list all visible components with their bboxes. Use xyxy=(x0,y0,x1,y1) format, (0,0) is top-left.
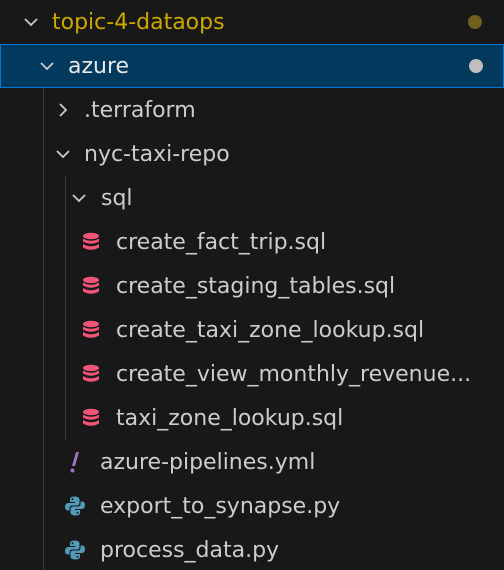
chevron-down-icon[interactable] xyxy=(52,143,74,165)
tree-item-file[interactable]: taxi_zone_lookup.sql xyxy=(0,396,504,440)
tree-item-file[interactable]: create_staging_tables.sql xyxy=(0,264,504,308)
chevron-right-icon[interactable] xyxy=(52,99,74,121)
file-explorer: topic-4-dataops azure .terraform nyc-tax… xyxy=(0,0,504,570)
chevron-down-icon[interactable] xyxy=(36,55,58,77)
folder-label: nyc-taxi-repo xyxy=(84,141,230,167)
tree-item-file[interactable]: export_to_synapse.py xyxy=(0,484,504,528)
database-icon xyxy=(79,406,103,430)
tree-item-file[interactable]: process_data.py xyxy=(0,528,504,570)
database-icon xyxy=(79,230,103,254)
folder-label: sql xyxy=(101,185,133,211)
folder-label: topic-4-dataops xyxy=(52,9,225,35)
tree-item-file[interactable]: create_view_monthly_revenue... xyxy=(0,352,504,396)
chevron-down-icon[interactable] xyxy=(20,11,42,33)
file-label: create_taxi_zone_lookup.sql xyxy=(116,317,425,343)
folder-label: azure xyxy=(68,53,130,79)
chevron-down-icon[interactable] xyxy=(68,187,90,209)
folder-label: .terraform xyxy=(84,97,196,123)
file-label: process_data.py xyxy=(100,537,280,563)
modified-indicator-icon xyxy=(469,59,483,73)
database-icon xyxy=(79,274,103,298)
tree-item-topic-4-dataops[interactable]: topic-4-dataops xyxy=(0,0,504,44)
python-icon xyxy=(63,538,87,562)
database-icon xyxy=(79,318,103,342)
file-label: taxi_zone_lookup.sql xyxy=(116,405,344,431)
database-icon xyxy=(79,362,103,386)
file-label: create_view_monthly_revenue... xyxy=(116,361,472,387)
tree-item-nyc-taxi-repo[interactable]: nyc-taxi-repo xyxy=(0,132,504,176)
python-icon xyxy=(63,494,87,518)
file-label: create_fact_trip.sql xyxy=(116,229,327,255)
file-label: create_staging_tables.sql xyxy=(116,273,396,299)
file-label: export_to_synapse.py xyxy=(100,493,341,519)
tree-item-sql[interactable]: sql xyxy=(0,176,504,220)
tree-item-file[interactable]: create_fact_trip.sql xyxy=(0,220,504,264)
exclamation-icon xyxy=(63,450,87,474)
tree-item-file[interactable]: create_taxi_zone_lookup.sql xyxy=(0,308,504,352)
tree-item-terraform[interactable]: .terraform xyxy=(0,88,504,132)
modified-indicator-icon xyxy=(468,15,482,29)
tree-item-azure[interactable]: azure xyxy=(0,44,504,88)
tree-item-file[interactable]: azure-pipelines.yml xyxy=(0,440,504,484)
file-label: azure-pipelines.yml xyxy=(100,449,316,475)
